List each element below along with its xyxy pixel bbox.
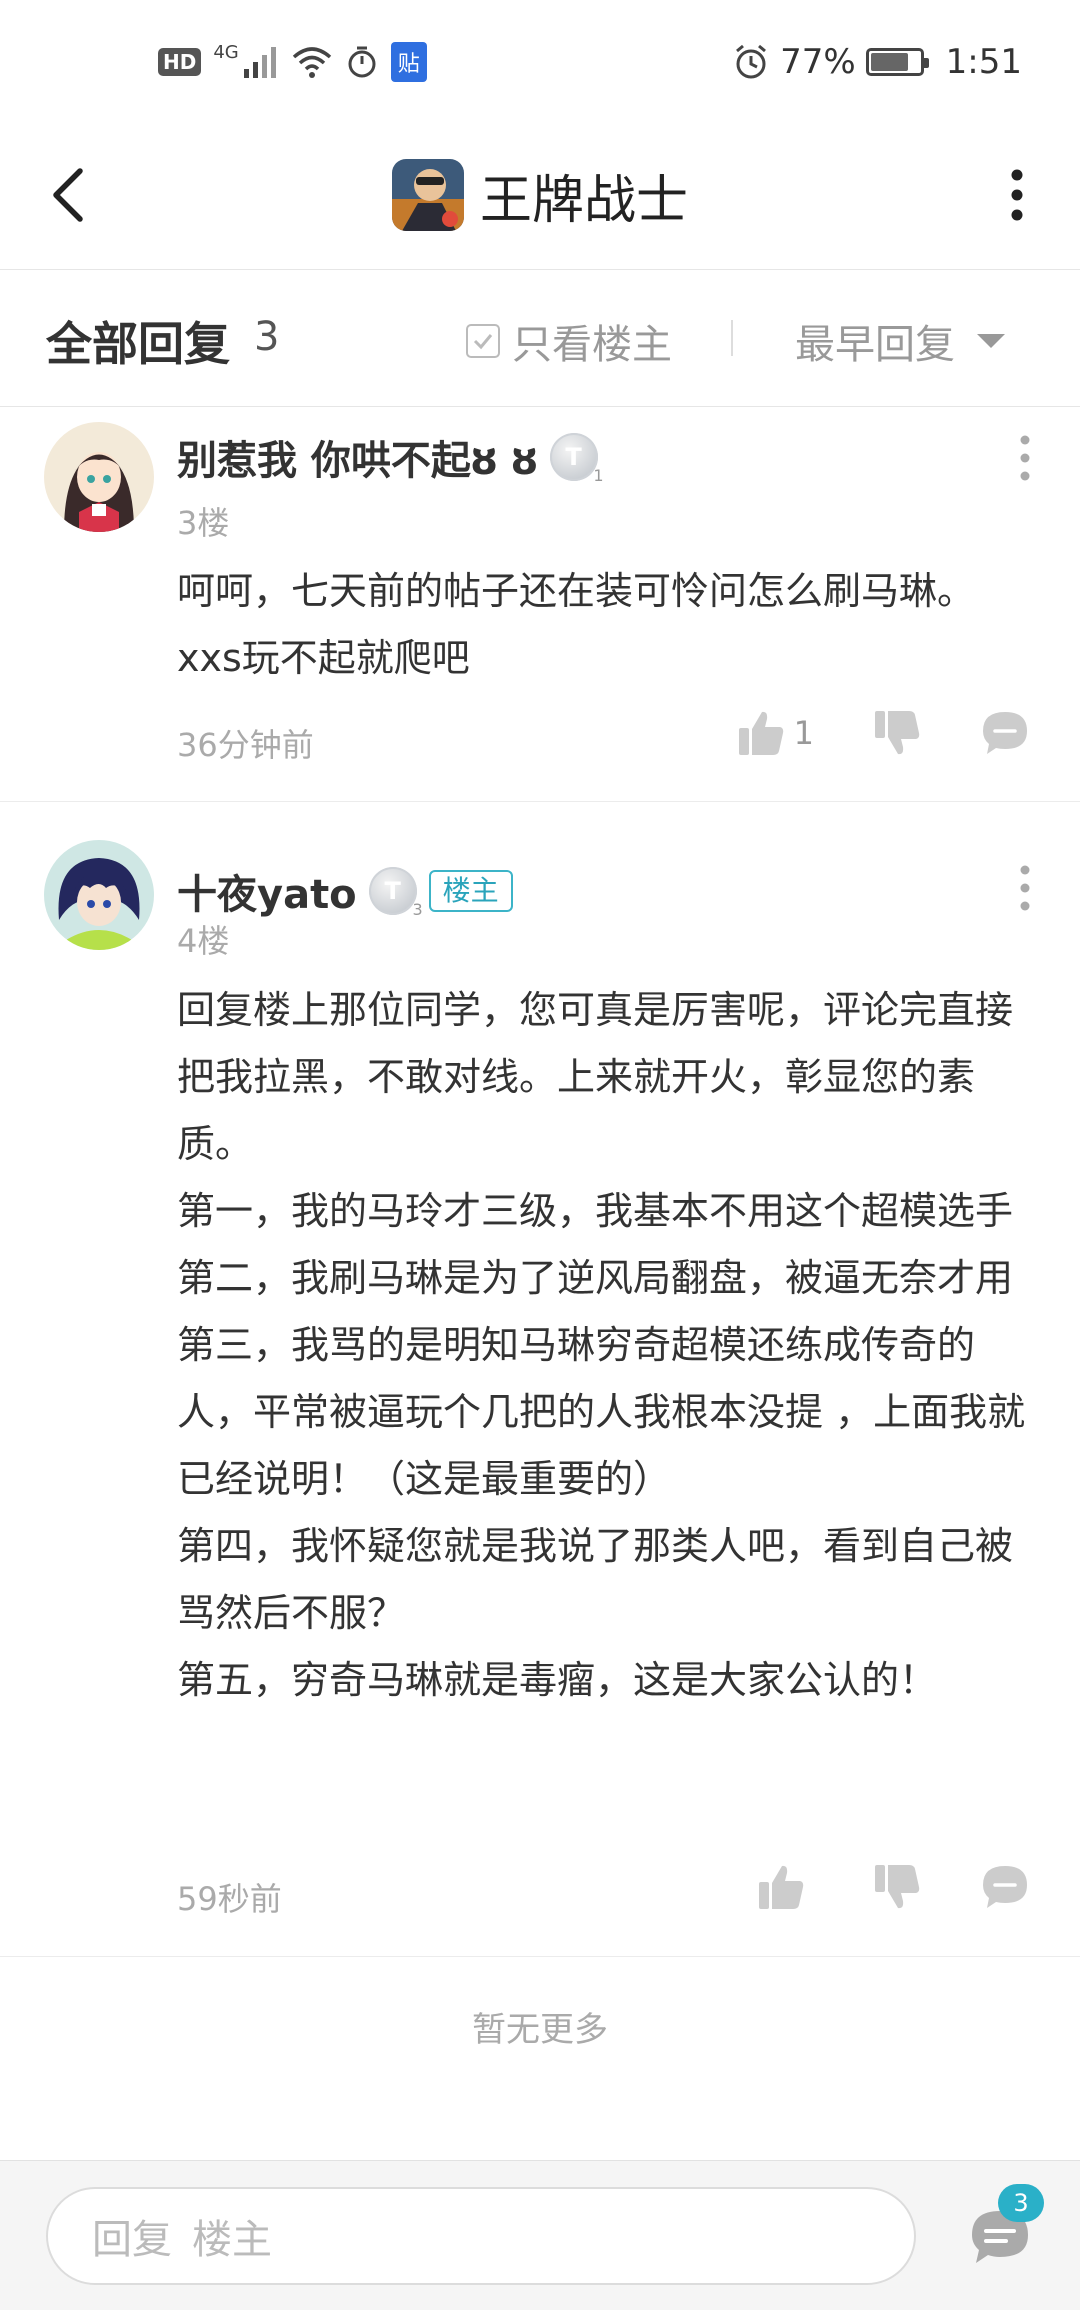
forum-title: 王牌战士 — [479, 170, 688, 231]
level-letter: T — [384, 877, 401, 905]
avatar[interactable] — [44, 422, 154, 532]
comment-icon — [983, 712, 1027, 754]
username[interactable]: 别惹我 你哄不起ȣ ȣ — [177, 428, 538, 486]
comment-button[interactable] — [980, 708, 1030, 758]
level-number: 1 — [593, 466, 604, 485]
timer-icon — [348, 46, 376, 78]
only-op-toggle[interactable]: 只看楼主 — [466, 312, 672, 370]
user-info: 十夜yato T 3 楼主 — [177, 862, 513, 920]
like-button[interactable] — [756, 1862, 806, 1912]
replies-filter-bar: 全部回复 3 只看楼主 最早回复 — [0, 272, 1080, 407]
no-more-text: 暂无更多 — [472, 2010, 608, 2050]
signal-icon — [243, 47, 276, 78]
top-nav-bar: 王牌战士 — [0, 120, 1080, 270]
reply-post: 十夜yato T 3 楼主 4楼 回复楼上那位同学，您可真是厉害呢，评论完直接把… — [0, 802, 1080, 1957]
checkbox-icon — [466, 324, 500, 358]
caret-down-icon — [977, 334, 1005, 348]
reply-input[interactable]: 回复 楼主 — [46, 2187, 916, 2285]
op-tag: 楼主 — [428, 869, 513, 913]
message-count-badge: 3 — [998, 2184, 1044, 2222]
thumbs-up-icon — [738, 711, 783, 755]
post-content: 回复楼上那位同学，您可真是厉害呢，评论完直接把我拉黑，不敢对线。上来就开火，彰显… — [177, 977, 1037, 1714]
like-count: 1 — [793, 714, 814, 752]
content-paragraph: 第三，我骂的是明知马琳穷奇超模还练成传奇的人，平常被逼玩个几把的人我根本没提 ，… — [177, 1323, 1026, 1501]
status-bar: HD 4G 贴 77% 1:51 — [0, 0, 1080, 120]
level-badge: T 3 — [368, 867, 423, 919]
content-paragraph: 呵呵，七天前的帖子还在装可怜问怎么刷马琳。xxs玩不起就爬吧 — [177, 569, 976, 680]
avatar[interactable] — [44, 840, 154, 950]
network-type: 4G — [213, 42, 239, 63]
only-op-label: 只看楼主 — [512, 322, 672, 368]
post-actions: 1 — [736, 708, 1030, 758]
tieba-app-icon: 贴 — [390, 42, 427, 82]
replies-count: 3 — [254, 314, 280, 360]
thumbs-down-icon — [875, 1865, 920, 1909]
reply-placeholder-target: 楼主 — [192, 2217, 272, 2263]
content-paragraph: 第五，穷奇马琳就是毒瘤，这是大家公认的！ — [177, 1658, 938, 1702]
forum-avatar — [391, 159, 464, 231]
more-options-button[interactable] — [992, 160, 1042, 230]
reply-post: 别惹我 你哄不起ȣ ȣ T 1 3楼 呵呵，七天前的帖子还在装可怜问怎么刷马琳。… — [0, 408, 1080, 802]
divider — [731, 320, 733, 356]
thumbs-down-icon — [875, 711, 920, 755]
sort-label: 最早回复 — [795, 322, 955, 368]
floor-number: 4楼 — [177, 922, 230, 960]
username[interactable]: 十夜yato — [177, 862, 357, 920]
more-vertical-icon — [1020, 435, 1030, 481]
post-actions — [756, 1862, 1030, 1912]
content-paragraph: 回复楼上那位同学，您可真是厉害呢，评论完直接把我拉黑，不敢对线。上来就开火，彰显… — [177, 988, 1014, 1166]
sort-dropdown[interactable]: 最早回复 — [795, 312, 1005, 370]
level-letter: T — [565, 443, 582, 471]
dislike-button[interactable] — [872, 708, 922, 758]
all-replies-title: 全部回复 — [46, 317, 230, 371]
dislike-button[interactable] — [872, 1862, 922, 1912]
reply-placeholder-prefix: 回复 — [92, 2217, 172, 2263]
level-badge: T 1 — [549, 433, 604, 485]
status-right: 77% 1:51 — [732, 40, 1022, 84]
level-number: 3 — [412, 900, 423, 919]
content-paragraph: 第二，我刷马琳是为了逆风局翻盘，被逼无奈才用 — [177, 1256, 1014, 1300]
post-more-button[interactable] — [1010, 428, 1040, 488]
content-paragraph: 第四，我怀疑您就是我说了那类人吧，看到自己被骂然后不服？ — [177, 1524, 1014, 1635]
alarm-icon — [736, 44, 767, 79]
bottom-reply-bar: 回复 楼主 — [0, 2160, 1080, 2310]
battery-percent: 77% — [780, 42, 856, 82]
like-button[interactable]: 1 — [736, 708, 814, 758]
hd-icon: HD — [158, 48, 202, 76]
comment-icon — [983, 1866, 1027, 1908]
thumbs-up-icon — [759, 1865, 804, 1909]
post-time: 59秒前 — [177, 1880, 282, 1918]
forum-title-area[interactable]: 王牌战士 — [0, 150, 1080, 240]
more-vertical-icon — [1011, 169, 1023, 221]
floor-number: 3楼 — [177, 504, 230, 542]
status-left: HD 4G 贴 — [158, 40, 427, 84]
comment-button[interactable] — [980, 1862, 1030, 1912]
battery-level-fill — [870, 53, 908, 71]
post-content: 呵呵，七天前的帖子还在装可怜问怎么刷马琳。xxs玩不起就爬吧 — [177, 558, 1037, 692]
battery-icon — [865, 48, 929, 76]
content-paragraph: 第一，我的马玲才三级，我基本不用这个超模选手 — [177, 1189, 1014, 1233]
more-vertical-icon — [1020, 865, 1030, 911]
clock: 1:51 — [945, 42, 1022, 82]
post-more-button[interactable] — [1010, 858, 1040, 918]
post-time: 36分钟前 — [177, 726, 314, 764]
user-info: 别惹我 你哄不起ȣ ȣ T 1 — [177, 428, 604, 486]
wifi-icon — [292, 47, 331, 78]
